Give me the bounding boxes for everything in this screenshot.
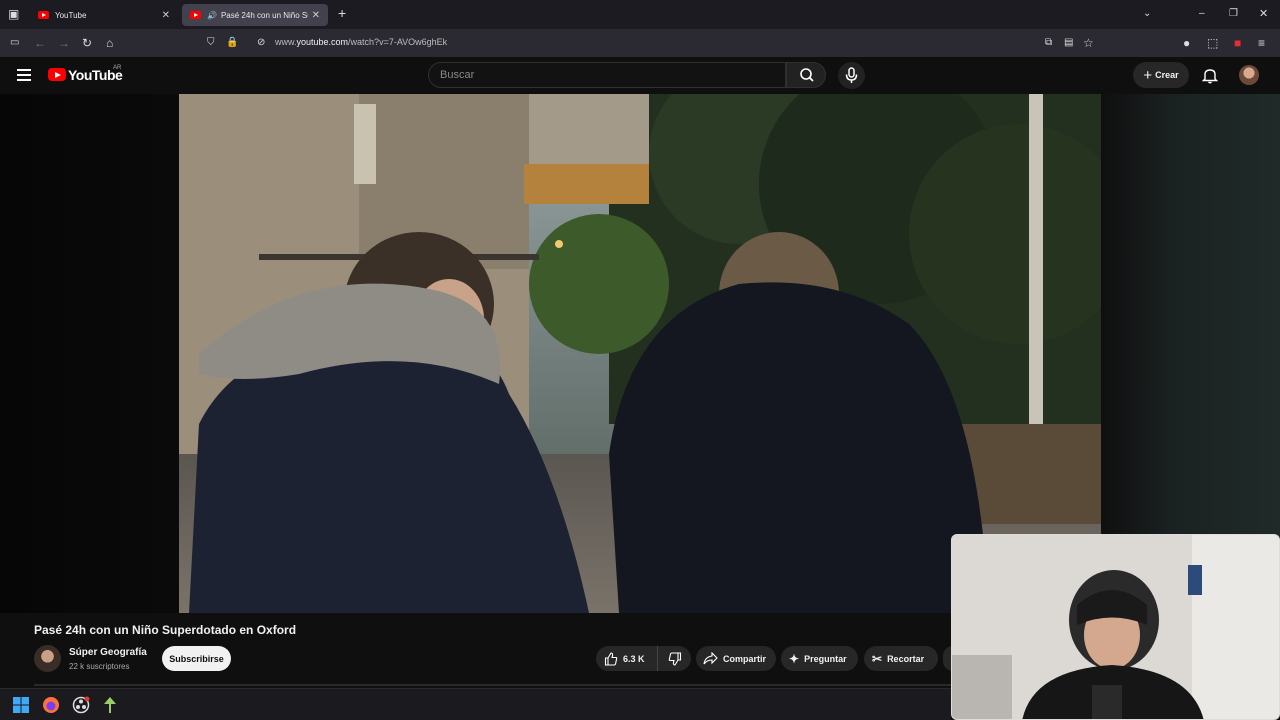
reload-icon[interactable]: ↻ xyxy=(82,36,92,50)
reader-view-icon[interactable]: ▤ xyxy=(1064,36,1073,50)
home-icon[interactable]: ⌂ xyxy=(106,36,113,50)
extension-badge-icon[interactable]: ■ xyxy=(1234,36,1241,50)
microphone-icon xyxy=(845,67,858,83)
tab-title: Pasé 24h con un Niño Superdotado en Oxfo… xyxy=(220,10,308,20)
lock-icon[interactable]: 🔒 xyxy=(226,36,238,50)
user-avatar[interactable] xyxy=(1239,65,1259,85)
channel-name[interactable]: Súper Geografía xyxy=(69,647,147,658)
webcam-overlay xyxy=(951,534,1280,720)
chevron-down-icon[interactable]: ⌄ xyxy=(1143,7,1151,21)
clip-button[interactable]: ✂ Recortar xyxy=(864,646,938,671)
close-window-icon[interactable]: ✕ xyxy=(1259,7,1268,21)
menu-icon[interactable]: ≡ xyxy=(1258,36,1265,50)
plus-icon: + xyxy=(1143,66,1153,84)
channel-avatar[interactable] xyxy=(34,645,61,672)
shield-icon[interactable]: ⛉ xyxy=(207,36,215,50)
youtube-favicon-icon xyxy=(38,11,49,19)
youtube-favicon-icon xyxy=(190,11,201,19)
youtube-logo-icon[interactable] xyxy=(48,68,66,81)
firefox-icon[interactable] xyxy=(42,696,60,714)
tab-youtube[interactable]: YouTube ✕ xyxy=(30,4,178,26)
dislike-button[interactable] xyxy=(658,651,691,666)
tab-title: YouTube xyxy=(55,10,87,20)
permissions-icon[interactable]: ⊘ xyxy=(257,36,265,50)
create-button[interactable]: + Crear xyxy=(1133,62,1189,88)
url-domain: youtube.com xyxy=(296,37,349,47)
video-title: Pasé 24h con un Niño Superdotado en Oxfo… xyxy=(34,623,297,637)
voice-search-button[interactable] xyxy=(838,62,865,89)
browser-tab-strip: ▣ YouTube ✕ 🔊 Pasé 24h con un Niño Super… xyxy=(0,0,1280,29)
like-button[interactable]: 6.3 K xyxy=(596,646,658,671)
country-code: AR xyxy=(113,65,122,71)
notifications-bell-icon[interactable] xyxy=(1202,67,1218,84)
tab-list-icon[interactable]: ▣ xyxy=(8,7,19,21)
minimize-icon[interactable]: – xyxy=(1199,7,1205,21)
os-taskbar xyxy=(0,688,951,720)
youtube-header: YouTube AR + Crear xyxy=(0,57,1280,94)
forward-icon[interactable]: → xyxy=(58,36,70,50)
tab-video[interactable]: 🔊 Pasé 24h con un Niño Superdotado en Ox… xyxy=(182,4,328,26)
hamburger-menu-icon[interactable] xyxy=(17,69,31,81)
thumbs-down-icon xyxy=(668,651,681,666)
share-icon xyxy=(703,652,718,665)
create-label: Crear xyxy=(1155,70,1179,80)
obs-icon[interactable] xyxy=(72,696,90,714)
url-path: /watch?v=7-AVOw6ghEk xyxy=(348,37,448,47)
url-bar[interactable]: www.youtube.com/watch?v=7-AVOw6ghEk xyxy=(275,37,447,47)
share-label: Compartir xyxy=(723,653,767,664)
sparkle-icon: ✦ xyxy=(789,651,800,666)
clip-label: Recortar xyxy=(887,653,925,664)
share-button[interactable]: Compartir xyxy=(696,646,776,671)
url-prefix: www. xyxy=(275,37,297,47)
browser-nav-bar: ▭ ← → ↻ ⌂ ⛉ 🔒 ⊘ www.youtube.com/watch?v=… xyxy=(0,29,1280,57)
extensions-icon[interactable]: ⬚ xyxy=(1207,36,1218,50)
windows-start-icon[interactable] xyxy=(13,697,29,713)
account-icon[interactable]: ● xyxy=(1183,36,1190,50)
close-tab-icon[interactable]: ✕ xyxy=(162,10,170,21)
search-input[interactable] xyxy=(429,63,785,87)
divider xyxy=(34,684,951,686)
subscribe-button[interactable]: Subscribirse xyxy=(162,646,231,671)
close-tab-icon[interactable]: ✕ xyxy=(312,10,320,21)
new-tab-icon[interactable]: + xyxy=(338,6,346,20)
search-button[interactable] xyxy=(786,62,826,88)
thumbs-up-icon xyxy=(604,651,618,666)
search-icon xyxy=(800,68,814,82)
restore-icon[interactable]: ❐ xyxy=(1229,7,1238,21)
webcam-feed xyxy=(952,535,1279,719)
like-count: 6.3 K xyxy=(623,653,645,664)
speaker-icon[interactable]: 🔊 xyxy=(207,11,217,20)
ask-button[interactable]: ✦ Preguntar xyxy=(781,646,858,671)
ask-label: Preguntar xyxy=(804,653,847,664)
sidebar-icon[interactable]: ▭ xyxy=(10,36,19,50)
app-icon[interactable] xyxy=(102,696,118,714)
subscriber-count: 22 k suscriptores xyxy=(69,662,130,671)
picture-in-picture-icon[interactable]: ⧉ xyxy=(1045,36,1052,50)
like-dislike-group: 6.3 K xyxy=(596,646,691,671)
search-box xyxy=(428,62,786,88)
back-icon[interactable]: ← xyxy=(34,36,46,50)
bookmark-star-icon[interactable]: ☆ xyxy=(1083,36,1094,50)
scissors-icon: ✂ xyxy=(872,651,883,666)
